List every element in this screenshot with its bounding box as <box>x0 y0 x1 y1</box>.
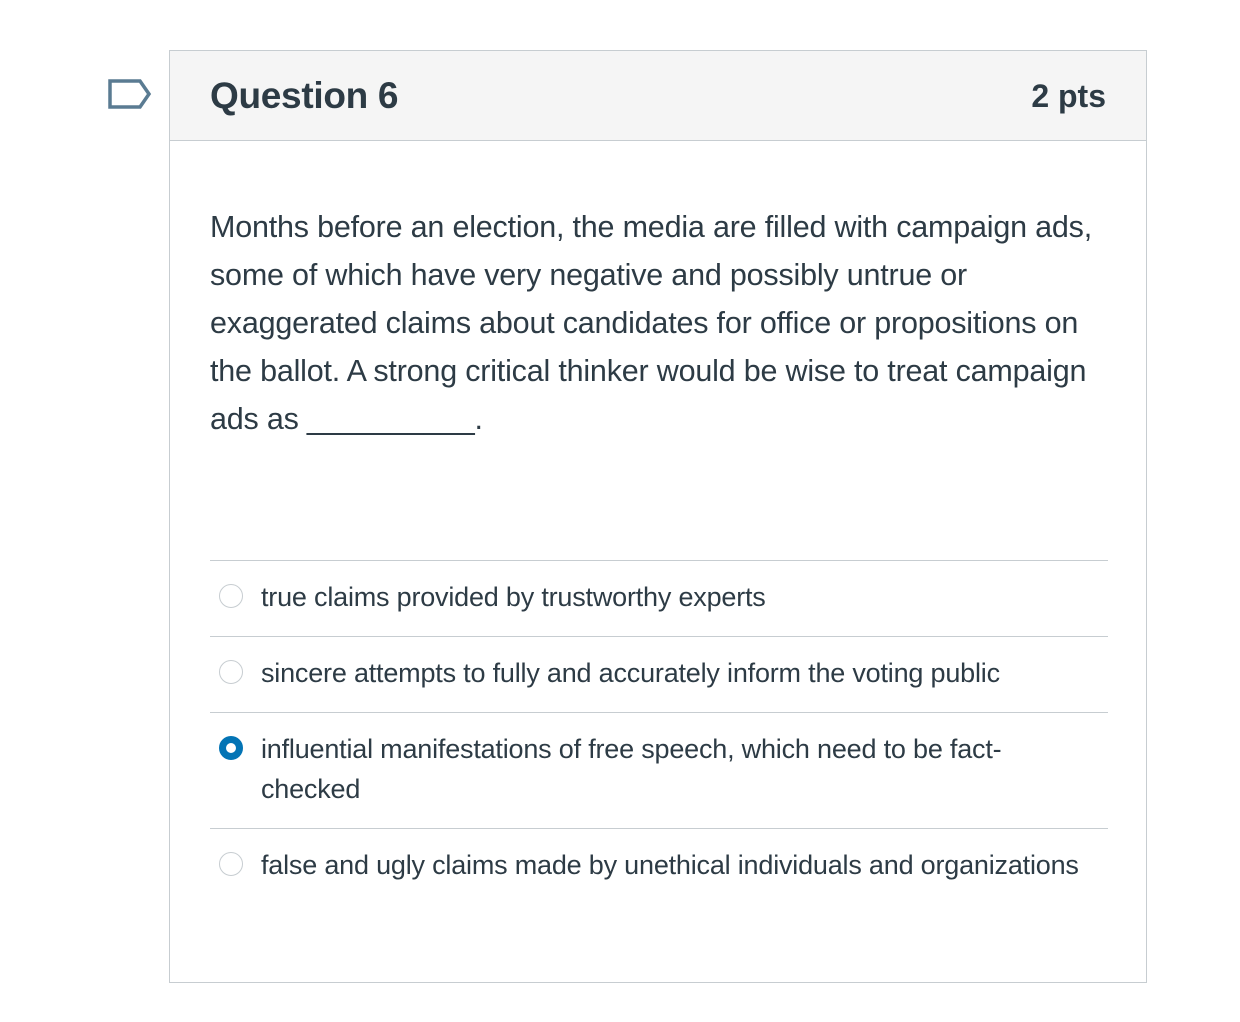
answer-label: influential manifestations of free speec… <box>261 734 1002 804</box>
flag-question-icon[interactable] <box>108 78 152 112</box>
radio-button-selected[interactable] <box>219 736 243 760</box>
radio-button[interactable] <box>219 584 243 608</box>
radio-button[interactable] <box>219 660 243 684</box>
answer-option[interactable]: influential manifestations of free speec… <box>210 712 1108 828</box>
answer-label: false and ugly claims made by unethical … <box>261 850 1079 880</box>
answer-option[interactable]: sincere attempts to fully and accurately… <box>210 636 1108 712</box>
question-header: Question 6 2 pts <box>170 51 1146 141</box>
answer-label: true claims provided by trustworthy expe… <box>261 582 766 612</box>
answer-list: true claims provided by trustworthy expe… <box>210 560 1108 944</box>
answer-label: sincere attempts to fully and accurately… <box>261 658 1000 688</box>
question-title: Question 6 <box>210 75 399 116</box>
question-text: Months before an election, the media are… <box>210 210 1092 436</box>
answer-option[interactable]: false and ugly claims made by unethical … <box>210 828 1108 944</box>
question-points: 2 pts <box>1031 78 1106 114</box>
radio-button[interactable] <box>219 852 243 876</box>
question-card: Question 6 2 pts Months before an electi… <box>169 50 1147 983</box>
answer-option[interactable]: true claims provided by trustworthy expe… <box>210 560 1108 636</box>
